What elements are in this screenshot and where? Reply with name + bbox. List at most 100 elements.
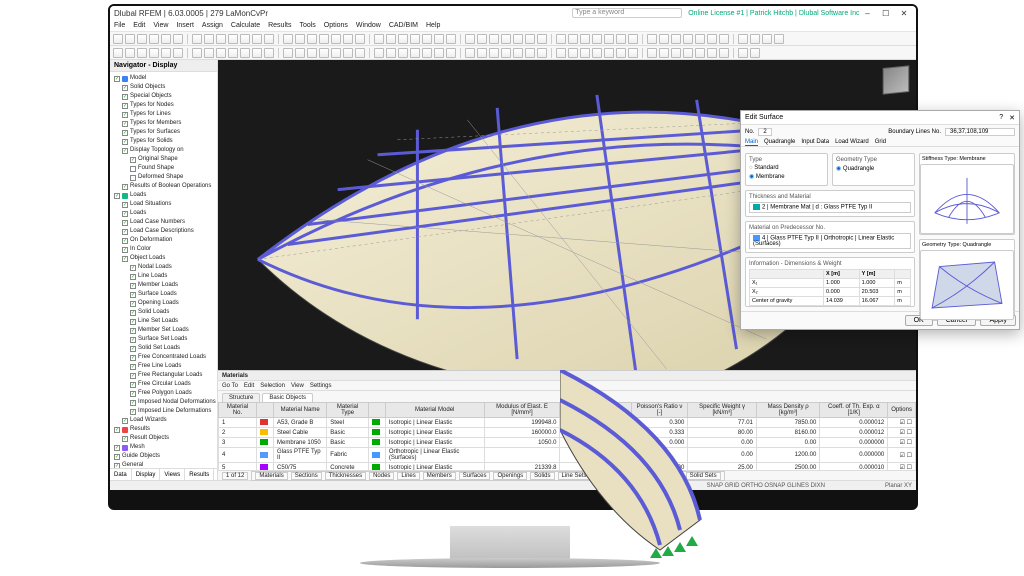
toolbar-icon[interactable] — [489, 34, 499, 44]
toolbar-icon[interactable] — [252, 48, 262, 58]
toolbar-icon[interactable] — [695, 34, 705, 44]
dialog-lines-input[interactable]: 36,37,108,109 — [945, 128, 1015, 136]
toolbar-icon[interactable] — [750, 34, 760, 44]
checkbox-icon[interactable] — [122, 184, 128, 190]
materials-table[interactable]: Material No.Material NameMaterial TypeMa… — [218, 402, 916, 470]
toolbar-icon[interactable] — [604, 34, 614, 44]
checkbox-icon[interactable] — [114, 427, 120, 433]
toolbar-icon[interactable] — [113, 48, 123, 58]
toolbar-icon[interactable] — [774, 34, 784, 44]
checkbox-icon[interactable] — [122, 418, 128, 424]
checkbox-icon[interactable] — [130, 319, 136, 325]
tree-item[interactable]: Results of Boolean Operations — [110, 182, 217, 191]
toolbar-icon[interactable] — [343, 48, 353, 58]
toolbar-icon[interactable] — [501, 48, 511, 58]
toolbar-icon[interactable] — [410, 34, 420, 44]
tree-item[interactable]: Deformed Shape — [110, 173, 217, 182]
toolbar-icon[interactable] — [707, 34, 717, 44]
tree-item[interactable]: Load Case Descriptions — [110, 227, 217, 236]
toolbar-icon[interactable] — [671, 34, 681, 44]
checkbox-icon[interactable] — [130, 166, 136, 172]
tree-item[interactable]: Types for Nodes — [110, 101, 217, 110]
tree-item[interactable]: Guide Objects — [110, 452, 217, 461]
tree-item[interactable]: Opening Loads — [110, 299, 217, 308]
toolbar-icon[interactable] — [283, 34, 293, 44]
toolbar-icon[interactable] — [264, 48, 274, 58]
dlg-tab[interactable]: Quadrangle — [764, 139, 795, 146]
checkbox-icon[interactable] — [114, 445, 120, 451]
dlg-tab[interactable]: Main — [745, 139, 758, 146]
toolbar-icon[interactable] — [616, 48, 626, 58]
tree-item[interactable]: General — [110, 461, 217, 468]
tree-item[interactable]: Display Topology on — [110, 146, 217, 155]
toolbar-icon[interactable] — [228, 48, 238, 58]
checkbox-icon[interactable] — [114, 76, 120, 82]
footer-tab[interactable]: Surfaces — [459, 472, 491, 480]
tree-item[interactable]: In Color — [110, 245, 217, 254]
toolbar-icon[interactable] — [240, 48, 250, 58]
mat-tab[interactable]: Basic Objects — [262, 393, 313, 402]
toolbar-icon[interactable] — [683, 34, 693, 44]
status-workplane[interactable]: Planar XY — [885, 483, 912, 489]
type-membrane-radio[interactable]: Membrane — [749, 173, 785, 180]
type-standard-radio[interactable]: Standard — [749, 165, 779, 171]
tree-item[interactable]: Types for Solids — [110, 137, 217, 146]
toolbar-icon[interactable] — [386, 34, 396, 44]
toolbar-icon[interactable] — [331, 48, 341, 58]
toolbar-icon[interactable] — [307, 34, 317, 44]
toolbar-icon[interactable] — [762, 34, 772, 44]
toolbar-icon[interactable] — [477, 34, 487, 44]
checkbox-icon[interactable] — [122, 130, 128, 136]
menu-insert[interactable]: Insert — [176, 22, 194, 29]
checkbox-icon[interactable] — [130, 283, 136, 289]
toolbar-icon[interactable] — [647, 34, 657, 44]
toolbar-icon[interactable] — [149, 48, 159, 58]
toolbar-icon[interactable] — [628, 34, 638, 44]
checkbox-icon[interactable] — [130, 301, 136, 307]
menu-help[interactable]: Help — [426, 22, 440, 29]
toolbar-icon[interactable] — [659, 34, 669, 44]
toolbar-icon[interactable] — [192, 34, 202, 44]
toolbar-icon[interactable] — [355, 34, 365, 44]
checkbox-icon[interactable] — [130, 409, 136, 415]
search-input[interactable]: Type a keyword — [572, 8, 682, 18]
toolbar-icon[interactable] — [513, 34, 523, 44]
checkbox-icon[interactable] — [122, 121, 128, 127]
tree-item[interactable]: On Deformation — [110, 236, 217, 245]
checkbox-icon[interactable] — [130, 373, 136, 379]
toolbar-icon[interactable] — [537, 48, 547, 58]
dialog-stiffness-table[interactable]: Information - Dimensions & Weight X [m]Y… — [745, 257, 915, 307]
toolbar-icon[interactable] — [240, 34, 250, 44]
toolbar-icon[interactable] — [647, 48, 657, 58]
toolbar-icon[interactable] — [434, 48, 444, 58]
checkbox-icon[interactable] — [130, 292, 136, 298]
tree-item[interactable]: Types for Lines — [110, 110, 217, 119]
checkbox-icon[interactable] — [130, 265, 136, 271]
checkbox-icon[interactable] — [130, 346, 136, 352]
toolbar-icon[interactable] — [374, 48, 384, 58]
tree-item[interactable]: Member Set Loads — [110, 326, 217, 335]
toolbar-icon[interactable] — [113, 34, 123, 44]
tree-item[interactable]: Load Case Numbers — [110, 218, 217, 227]
dialog-no-input[interactable]: 2 — [758, 128, 771, 136]
toolbar-icon[interactable] — [343, 34, 353, 44]
nav-tab-results[interactable]: Results — [185, 469, 214, 480]
tree-item[interactable]: Free Rectangular Loads — [110, 371, 217, 380]
checkbox-icon[interactable] — [122, 112, 128, 118]
toolbar-icon[interactable] — [537, 34, 547, 44]
checkbox-icon[interactable] — [122, 103, 128, 109]
mat-tab[interactable]: Structure — [222, 393, 260, 402]
footer-tab[interactable]: Lines — [397, 472, 419, 480]
toolbar-icon[interactable] — [283, 48, 293, 58]
toolbar-icon[interactable] — [738, 34, 748, 44]
toolbar-icon[interactable] — [319, 48, 329, 58]
checkbox-icon[interactable] — [130, 391, 136, 397]
toolbar-icon[interactable] — [695, 48, 705, 58]
tree-item[interactable]: Special Objects — [110, 92, 217, 101]
toolbar-icon[interactable] — [125, 48, 135, 58]
tree-item[interactable]: Model — [110, 74, 217, 83]
menu-edit[interactable]: Edit — [133, 22, 145, 29]
checkbox-icon[interactable] — [122, 202, 128, 208]
toolbar-icon[interactable] — [137, 48, 147, 58]
tree-item[interactable]: Mesh — [110, 443, 217, 452]
